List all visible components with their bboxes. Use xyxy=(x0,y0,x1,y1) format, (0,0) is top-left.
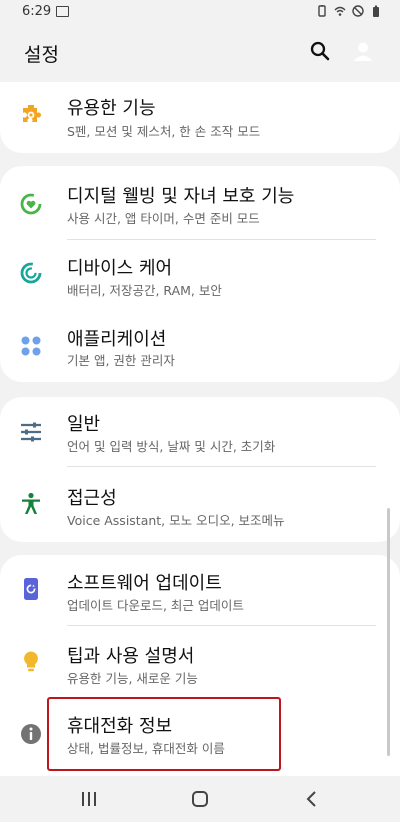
selection-highlight xyxy=(47,697,281,771)
wifi-icon xyxy=(334,6,346,16)
navigation-bar xyxy=(0,776,400,822)
info-icon xyxy=(21,724,41,744)
settings-item-accessibility[interactable]: 접근성 Voice Assistant, 모노 오디오, 보조메뉴 xyxy=(0,467,400,542)
settings-item-device-care[interactable]: 디바이스 케어 배터리, 저장공간, RAM, 보안 xyxy=(0,240,400,312)
settings-item-summary: Voice Assistant, 모노 오디오, 보조메뉴 xyxy=(67,513,285,528)
settings-item-label: 디지털 웰빙 및 자녀 보호 기능 xyxy=(67,186,295,207)
heart-ring-icon xyxy=(20,193,42,215)
recent-apps-icon[interactable] xyxy=(75,786,103,812)
settings-item-label: 일반 xyxy=(67,414,101,435)
settings-item-tips[interactable]: 팁과 사용 설명서 유용한 기능, 새로운 기능 xyxy=(0,626,400,698)
lightbulb-icon xyxy=(24,651,38,672)
status-icons xyxy=(316,5,382,17)
status-bar: 6:29 xyxy=(0,0,400,24)
settings-item-summary: 업데이트 다운로드, 최근 업데이트 xyxy=(67,598,244,613)
scrollbar[interactable] xyxy=(387,508,390,756)
profile-avatar-button[interactable] xyxy=(348,36,378,66)
settings-item-summary: S펜, 모션 및 제스처, 한 손 조작 모드 xyxy=(67,124,261,139)
search-icon[interactable] xyxy=(309,40,331,62)
settings-item-summary: 배터리, 저장공간, RAM, 보안 xyxy=(67,283,222,298)
settings-item-summary: 유용한 기능, 새로운 기능 xyxy=(67,671,198,686)
person-icon xyxy=(353,42,373,61)
settings-item-label: 애플리케이션 xyxy=(67,329,167,350)
settings-item-digital-wellbeing[interactable]: 디지털 웰빙 및 자녀 보호 기능 사용 시간, 앱 타이머, 수면 준비 모드 xyxy=(0,166,400,238)
update-icon xyxy=(24,578,38,600)
status-time: 6:29 xyxy=(22,4,52,19)
app-header: 설정 xyxy=(0,24,400,80)
do-not-disturb-icon xyxy=(352,5,364,17)
accessibility-person-icon xyxy=(22,492,40,514)
home-icon[interactable] xyxy=(186,786,214,812)
page-title: 설정 xyxy=(24,44,59,66)
back-icon[interactable] xyxy=(298,786,326,812)
settings-item-label: 팁과 사용 설명서 xyxy=(67,646,195,667)
settings-item-label: 디바이스 케어 xyxy=(67,258,173,279)
settings-item-useful-features[interactable]: 유용한 기능 S펜, 모션 및 제스처, 한 손 조작 모드 xyxy=(0,82,400,153)
settings-item-summary: 사용 시간, 앱 타이머, 수면 준비 모드 xyxy=(67,211,260,226)
settings-item-summary: 기본 앱, 권한 관리자 xyxy=(67,353,175,368)
apps-grid-icon xyxy=(21,336,41,356)
puzzle-icon xyxy=(23,105,41,122)
sliders-icon xyxy=(21,422,41,442)
image-notification-icon xyxy=(56,6,69,17)
settings-item-summary: 언어 및 입력 방식, 날짜 및 시간, 초기화 xyxy=(67,439,276,454)
battery-icon xyxy=(373,5,379,17)
settings-item-software-update[interactable]: 소프트웨어 업데이트 업데이트 다운로드, 최근 업데이트 xyxy=(0,555,400,625)
settings-item-applications[interactable]: 애플리케이션 기본 앱, 권한 관리자 xyxy=(0,312,400,382)
refresh-ring-icon xyxy=(20,262,42,284)
settings-item-label: 유용한 기능 xyxy=(67,98,156,119)
settings-item-label: 소프트웨어 업데이트 xyxy=(67,573,222,594)
settings-item-general[interactable]: 일반 언어 및 입력 방식, 날짜 및 시간, 초기화 xyxy=(0,397,400,467)
battery-saver-icon xyxy=(318,5,326,17)
settings-item-label: 접근성 xyxy=(67,488,117,509)
